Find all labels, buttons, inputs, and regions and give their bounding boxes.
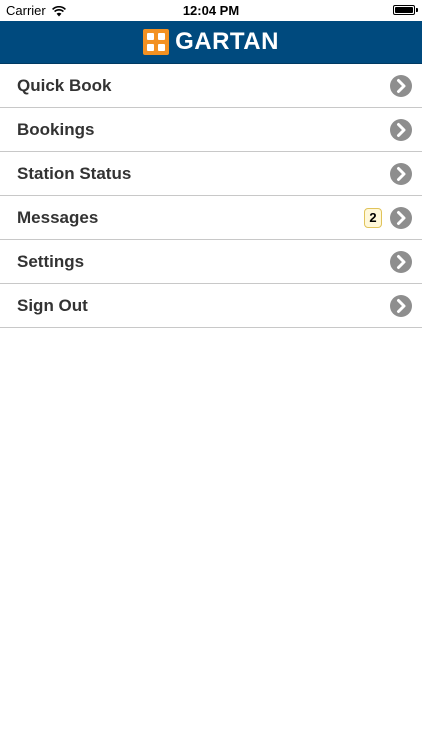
menu-item-label: Settings <box>17 251 85 271</box>
unread-count-badge: 2 <box>364 207 382 228</box>
chevron-right-icon <box>390 250 412 273</box>
menu-item-messages[interactable]: Messages 2 <box>0 196 422 240</box>
battery-icon <box>393 5 418 15</box>
chevron-right-icon <box>390 118 412 141</box>
chevron-right-icon <box>390 162 412 185</box>
menu-item-label: Bookings <box>17 119 95 139</box>
menu-item-settings[interactable]: Settings <box>0 240 422 284</box>
chevron-right-icon <box>390 74 412 97</box>
logo-text: GARTAN <box>175 28 279 55</box>
menu-item-label: Quick Book <box>17 75 112 95</box>
app-header: GARTAN <box>0 21 422 64</box>
menu-item-station-status[interactable]: Station Status <box>0 152 422 196</box>
chevron-right-icon <box>390 206 412 229</box>
gartan-logo-icon <box>143 29 170 55</box>
menu-item-quick-book[interactable]: Quick Book <box>0 64 422 108</box>
menu-item-label: Messages <box>17 207 99 227</box>
chevron-right-icon <box>390 294 412 317</box>
main-menu: Quick Book Bookings Station Status Messa… <box>0 64 422 328</box>
logo: GARTAN <box>143 28 279 56</box>
status-bar: Carrier 12:04 PM <box>0 0 422 21</box>
menu-item-sign-out[interactable]: Sign Out <box>0 284 422 328</box>
status-time: 12:04 PM <box>182 3 240 18</box>
menu-item-label: Sign Out <box>17 295 88 315</box>
menu-item-label: Station Status <box>17 163 132 183</box>
menu-item-bookings[interactable]: Bookings <box>0 108 422 152</box>
